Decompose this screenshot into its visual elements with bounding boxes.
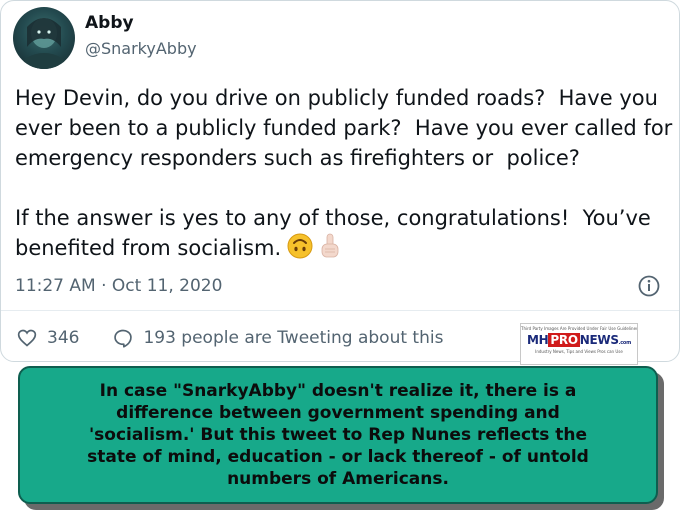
divider <box>1 310 679 311</box>
annotation-text: In case "SnarkyAbby" doesn't realize it,… <box>87 381 589 489</box>
info-icon[interactable] <box>638 275 660 297</box>
logo-com: .com <box>618 340 632 346</box>
speech-bubble-icon <box>114 329 133 348</box>
user-avatar-icon <box>20 18 68 69</box>
conversation-link[interactable]: 193 people are Tweeting about this <box>113 328 443 348</box>
emoji-group <box>287 233 343 259</box>
author-handle[interactable]: @SnarkyAbby <box>85 39 197 58</box>
watermark-tagline: Industry News, Tips and Views Pros can U… <box>535 349 623 354</box>
like-count: 346 <box>47 328 80 348</box>
index-pointing-up-emoji-icon <box>321 233 339 258</box>
annotation-box: In case "SnarkyAbby" doesn't realize it,… <box>18 366 658 504</box>
author-display-name[interactable]: Abby <box>85 13 134 33</box>
tweet-actions: 346 193 people are Tweeting about this <box>17 324 477 352</box>
tweet-card: Abby @SnarkyAbby Hey Devin, do you drive… <box>0 0 680 362</box>
watermark-logo: MH PRO NEWS.com <box>521 333 637 347</box>
logo-mh: MH <box>527 333 549 347</box>
heart-icon <box>17 329 37 347</box>
logo-news: NEWS <box>579 333 619 347</box>
tweet-text: Hey Devin, do you drive on publicly fund… <box>15 86 673 260</box>
logo-pro: PRO <box>548 333 580 347</box>
mhpronews-watermark: Third Party Images Are Provided Under Fa… <box>520 323 638 365</box>
like-button[interactable]: 346 <box>17 328 79 348</box>
avatar[interactable] <box>13 7 75 69</box>
conversation-text: 193 people are Tweeting about this <box>143 328 444 348</box>
tweet-timestamp[interactable]: 11:27 AM · Oct 11, 2020 <box>15 276 222 296</box>
upside-down-face-emoji-icon <box>287 233 313 259</box>
tweet-body: Hey Devin, do you drive on publicly fund… <box>15 83 675 263</box>
watermark-disclaimer: Third Party Images Are Provided Under Fa… <box>521 326 637 331</box>
